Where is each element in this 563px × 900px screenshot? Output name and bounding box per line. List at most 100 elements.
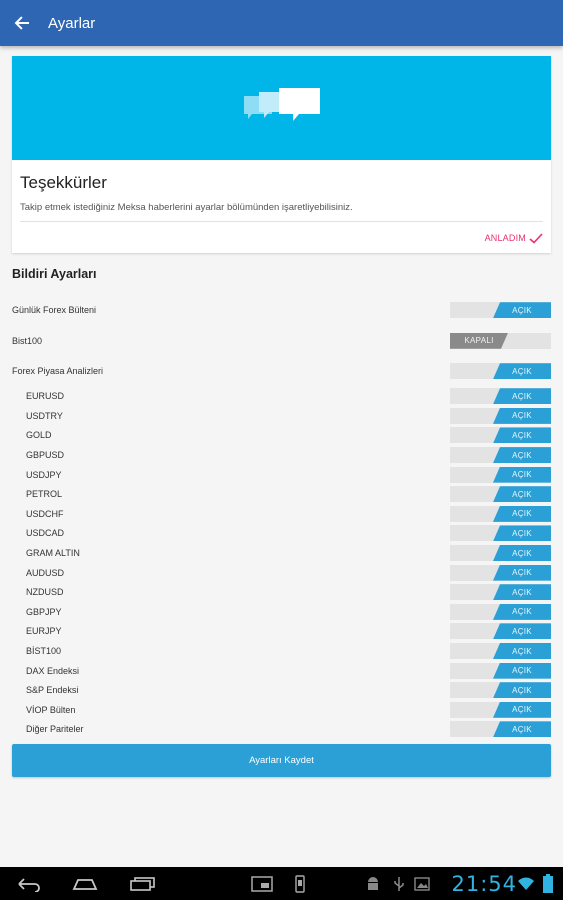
toggle-switch[interactable]: AÇIK — [450, 564, 551, 581]
toggle-on-thumb: AÇIK — [493, 302, 551, 319]
setting-row: Günlük Forex Bülteni AÇIK — [12, 295, 551, 326]
toggle-switch[interactable]: AÇIK — [450, 662, 551, 679]
toggle-on-thumb: AÇIK — [493, 662, 551, 679]
toggle-off-thumb: KAPALI — [450, 333, 508, 349]
sub-setting-row: GOLD AÇIK — [12, 426, 551, 446]
toggle-switch[interactable]: AÇIK — [450, 486, 551, 503]
card-text: Takip etmek istediğiniz Meksa haberlerin… — [20, 202, 353, 213]
sub-setting-row: USDJPY AÇIK — [12, 465, 551, 485]
toggle-switch[interactable]: AÇIK — [450, 525, 551, 542]
sub-setting-row: AUDUSD AÇIK — [12, 563, 551, 583]
wifi-icon — [518, 877, 534, 890]
toggle-on-thumb: AÇIK — [493, 525, 551, 542]
sub-setting-row: VİOP Bülten AÇIK — [12, 700, 551, 720]
acknowledge-button[interactable]: ANLADIM — [485, 230, 543, 246]
setting-label: GBPUSD — [26, 450, 65, 461]
toggle-switch[interactable]: KAPALI — [450, 332, 551, 349]
settings-list: Günlük Forex Bülteni AÇIK Bist100 KAPALI For… — [12, 295, 551, 739]
usb-icon — [394, 876, 404, 891]
toggle-switch[interactable]: AÇIK — [450, 388, 551, 405]
setting-row: Bist100 KAPALI — [12, 326, 551, 357]
toggle-on-thumb: AÇIK — [493, 701, 551, 718]
toggle-switch[interactable]: AÇIK — [450, 701, 551, 718]
image-status — [413, 867, 431, 900]
chat-bubbles-icon — [243, 88, 320, 121]
battery-status — [538, 867, 558, 900]
screenshot-icon — [251, 875, 273, 892]
screenshot-button[interactable] — [248, 867, 276, 900]
toggle-switch[interactable]: AÇIK — [450, 603, 551, 620]
android-icon — [368, 876, 378, 890]
toggle-switch[interactable]: AÇIK — [450, 505, 551, 522]
setting-label: GRAM ALTIN — [26, 548, 80, 559]
back-button[interactable] — [0, 0, 44, 46]
image-icon — [414, 876, 430, 891]
toggle-on-thumb: AÇIK — [493, 486, 551, 503]
battery-icon — [543, 873, 553, 893]
sub-setting-row: PETROL AÇIK — [12, 484, 551, 504]
setting-label: GOLD — [26, 430, 52, 441]
sub-setting-row: GBPJPY AÇIK — [12, 602, 551, 622]
toggle-switch[interactable]: AÇIK — [450, 302, 551, 319]
toggle-switch[interactable]: AÇIK — [450, 447, 551, 464]
card-title: Teşekkürler — [20, 173, 107, 192]
toggle-switch[interactable]: AÇIK — [450, 584, 551, 601]
toggle-on-thumb: AÇIK — [493, 407, 551, 424]
sub-setting-row: USDCAD AÇIK — [12, 524, 551, 544]
sub-setting-row: Diğer Pariteler AÇIK — [12, 720, 551, 740]
acknowledge-label: ANLADIM — [484, 233, 526, 243]
setting-label: Günlük Forex Bülteni — [12, 305, 97, 316]
home-icon — [72, 878, 98, 890]
setting-label: Bist100 — [12, 335, 43, 346]
toggle-on-thumb: AÇIK — [493, 388, 551, 405]
nav-recents-button[interactable] — [128, 867, 158, 900]
toggle-switch[interactable]: AÇIK — [450, 466, 551, 483]
setting-label: USDCHF — [26, 508, 64, 519]
toggle-switch[interactable]: AÇIK — [450, 721, 551, 738]
toggle-on-thumb: AÇIK — [493, 603, 551, 620]
toggle-on-thumb: AÇIK — [493, 623, 551, 640]
setting-label: VİOP Bülten — [26, 704, 76, 715]
android-status — [364, 867, 382, 900]
sub-setting-row: NZDUSD AÇIK — [12, 582, 551, 602]
toggle-on-thumb: AÇIK — [493, 545, 551, 562]
setting-label: Diğer Pariteler — [26, 724, 84, 735]
setting-label: GBPJPY — [26, 606, 62, 617]
toggle-on-thumb: AÇIK — [493, 682, 551, 699]
system-nav-bar: 21:54 — [0, 867, 563, 900]
toggle-on-thumb: AÇIK — [493, 505, 551, 522]
setting-label: USDTRY — [26, 410, 63, 421]
toggle-on-thumb: AÇIK — [493, 447, 551, 464]
setting-label: S&P Endeksi — [26, 685, 79, 696]
setting-row: Forex Piyasa Analizleri AÇIK — [12, 356, 551, 387]
sub-setting-row: USDCHF AÇIK — [12, 504, 551, 524]
nav-back-button[interactable] — [14, 867, 44, 900]
toggle-on-thumb: AÇIK — [493, 564, 551, 581]
recents-icon — [130, 876, 155, 891]
toggle-switch[interactable]: AÇIK — [450, 682, 551, 699]
setting-label: NZDUSD — [26, 587, 64, 598]
setting-label: PETROL — [26, 489, 63, 500]
setting-label: DAX Endeksi — [26, 665, 80, 676]
setting-label: BİST100 — [26, 646, 62, 657]
wifi-status — [517, 867, 535, 900]
toggle-on-thumb: AÇIK — [493, 721, 551, 738]
app-bar: Ayarlar — [0, 0, 563, 46]
sub-setting-row: GBPUSD AÇIK — [12, 445, 551, 465]
toggle-switch[interactable]: AÇIK — [450, 623, 551, 640]
usb-status — [391, 867, 407, 900]
status-clock: 21:54 — [451, 871, 517, 896]
toggle-switch[interactable]: AÇIK — [450, 545, 551, 562]
toggle-switch[interactable]: AÇIK — [450, 407, 551, 424]
toggle-switch[interactable]: AÇIK — [450, 363, 551, 380]
sub-setting-row: EURUSD AÇIK — [12, 387, 551, 407]
phone-icon — [295, 874, 305, 893]
setting-label: AUDUSD — [26, 567, 65, 578]
sub-setting-row: S&P Endeksi AÇIK — [12, 680, 551, 700]
arrow-back-icon — [14, 16, 29, 30]
nav-home-button[interactable] — [70, 867, 100, 900]
toggle-switch[interactable]: AÇIK — [450, 427, 551, 444]
toggle-switch[interactable]: AÇIK — [450, 643, 551, 660]
phone-button[interactable] — [291, 867, 309, 900]
save-settings-button[interactable]: Ayarları Kaydet — [12, 744, 551, 777]
